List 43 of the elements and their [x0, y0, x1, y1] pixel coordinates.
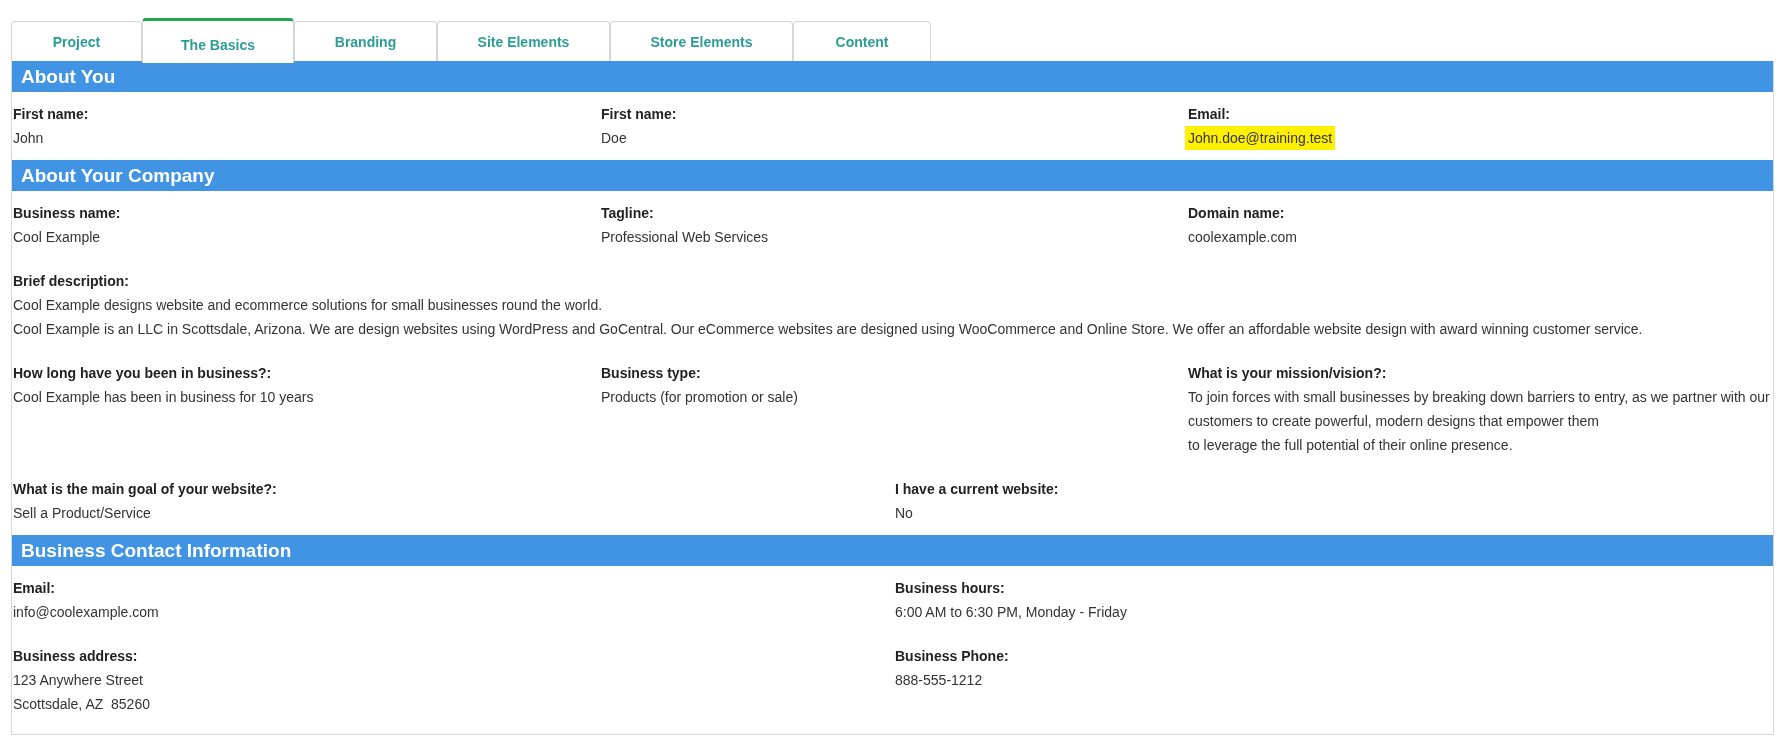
field-value: Cool Example designs website and ecommerce solutions for small businesses round the world.	[13, 296, 603, 315]
field-label: First name:	[601, 105, 677, 124]
field-value: coolexample.com	[1188, 228, 1297, 247]
field-label: What is the main goal of your website?:	[13, 480, 277, 499]
field-label: Business address:	[13, 647, 138, 666]
field-label: Business type:	[601, 364, 701, 383]
field-label: Brief description:	[13, 272, 129, 291]
field-label: Business Phone:	[895, 647, 1009, 666]
field-label: How long have you been in business?:	[13, 364, 272, 383]
tab[interactable]: The Basics	[142, 18, 294, 63]
field-value: John.doe@training.test	[1185, 126, 1336, 150]
tab[interactable]: Store Elements	[610, 21, 793, 61]
field-label: I have a current website:	[895, 480, 1059, 499]
field-value: Cool Example has been in business for 10 years	[13, 388, 314, 407]
field-value: Scottsdale, AZ 85260	[13, 695, 150, 714]
field-value: Products (for promotion or sale)	[601, 388, 798, 407]
field-label: Email:	[1188, 105, 1230, 124]
field-value: Professional Web Services	[601, 228, 769, 247]
field-label: First name:	[13, 105, 89, 124]
field-value: Doe	[601, 129, 627, 148]
field-label: What is your mission/vision?:	[1188, 364, 1387, 383]
field-value: No	[895, 504, 913, 523]
field-label: Tagline:	[601, 204, 654, 223]
tab[interactable]: Site Elements	[437, 21, 610, 61]
field-value: Sell a Product/Service	[13, 504, 151, 523]
field-label: Email:	[13, 579, 55, 598]
field-label: Business hours:	[895, 579, 1005, 598]
section-header: About Your Company	[12, 160, 1773, 191]
field-value: 888-555-1212	[895, 671, 983, 690]
field-value: to leverage the full potential of their online presence.	[1188, 436, 1513, 455]
field-value: 6:00 AM to 6:30 PM, Monday - Friday	[895, 603, 1127, 622]
tab[interactable]: Content	[793, 21, 931, 61]
field-label: Domain name:	[1188, 204, 1285, 223]
section-header: Business Contact Information	[12, 535, 1773, 566]
field-value: info@coolexample.com	[13, 603, 159, 622]
section-header: About You	[12, 61, 1773, 92]
field-value: 123 Anywhere Street	[13, 671, 143, 690]
field-label: Business name:	[13, 204, 121, 223]
field-value: Cool Example	[13, 228, 101, 247]
field-value: Cool Example is an LLC in Scottsdale, Arizona. We are design websites using WordPress and GoCentral. Our eCommerce websites are designed using WooCommerce and Online Store. We offer an affordable website design with award winning customer service.	[13, 320, 1643, 339]
tab[interactable]: Project	[11, 21, 142, 61]
tab[interactable]: Branding	[294, 21, 437, 61]
field-value: John	[13, 129, 44, 148]
